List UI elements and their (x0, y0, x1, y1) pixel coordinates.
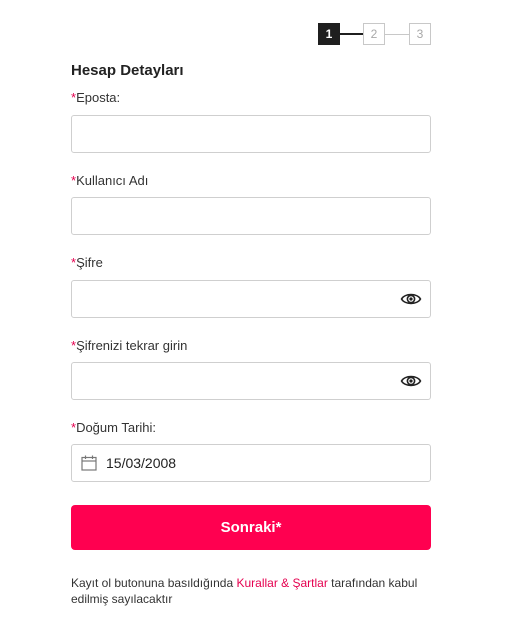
step-3[interactable]: 3 (409, 23, 431, 45)
form-title: Hesap Detayları (71, 62, 184, 79)
password-label: *Şifre (71, 255, 103, 270)
password-label-text: Şifre (76, 255, 103, 270)
calendar-icon (81, 455, 97, 471)
username-field-box (71, 197, 431, 235)
step-1[interactable]: 1 (318, 23, 340, 45)
progress-stepper: 1 2 3 (318, 23, 431, 45)
terms-text-before: Kayıt ol butonuna basıldığında (71, 576, 237, 590)
password-field[interactable] (72, 281, 430, 317)
password-confirm-label-text: Şifrenizi tekrar girin (76, 338, 188, 353)
email-label: *Eposta: (71, 90, 120, 105)
terms-notice: Kayıt ol butonuna basıldığında Kurallar … (71, 575, 451, 607)
step-connector-2 (385, 34, 409, 35)
username-field[interactable] (72, 198, 430, 234)
password-field-box (71, 280, 431, 318)
birth-date-value: 15/03/2008 (106, 455, 177, 471)
username-label: *Kullanıcı Adı (71, 173, 148, 188)
eye-icon[interactable] (400, 372, 422, 390)
birth-date-label-text: Doğum Tarihi: (76, 420, 157, 435)
step-2[interactable]: 2 (363, 23, 385, 45)
step-connector-1 (340, 33, 363, 35)
password-confirm-field-box (71, 362, 431, 400)
email-label-text: Eposta: (76, 90, 121, 105)
next-button[interactable]: Sonraki* (71, 505, 431, 550)
birth-date-label: *Doğum Tarihi: (71, 420, 156, 435)
email-field-box (71, 115, 431, 153)
password-confirm-label: *Şifrenizi tekrar girin (71, 338, 187, 353)
terms-link[interactable]: Kurallar & Şartlar (236, 576, 327, 590)
birth-date-field[interactable]: 15/03/2008 (71, 444, 431, 482)
email-field[interactable] (72, 116, 430, 152)
username-label-text: Kullanıcı Adı (76, 173, 149, 188)
eye-icon[interactable] (400, 290, 422, 308)
password-confirm-field[interactable] (72, 363, 430, 399)
